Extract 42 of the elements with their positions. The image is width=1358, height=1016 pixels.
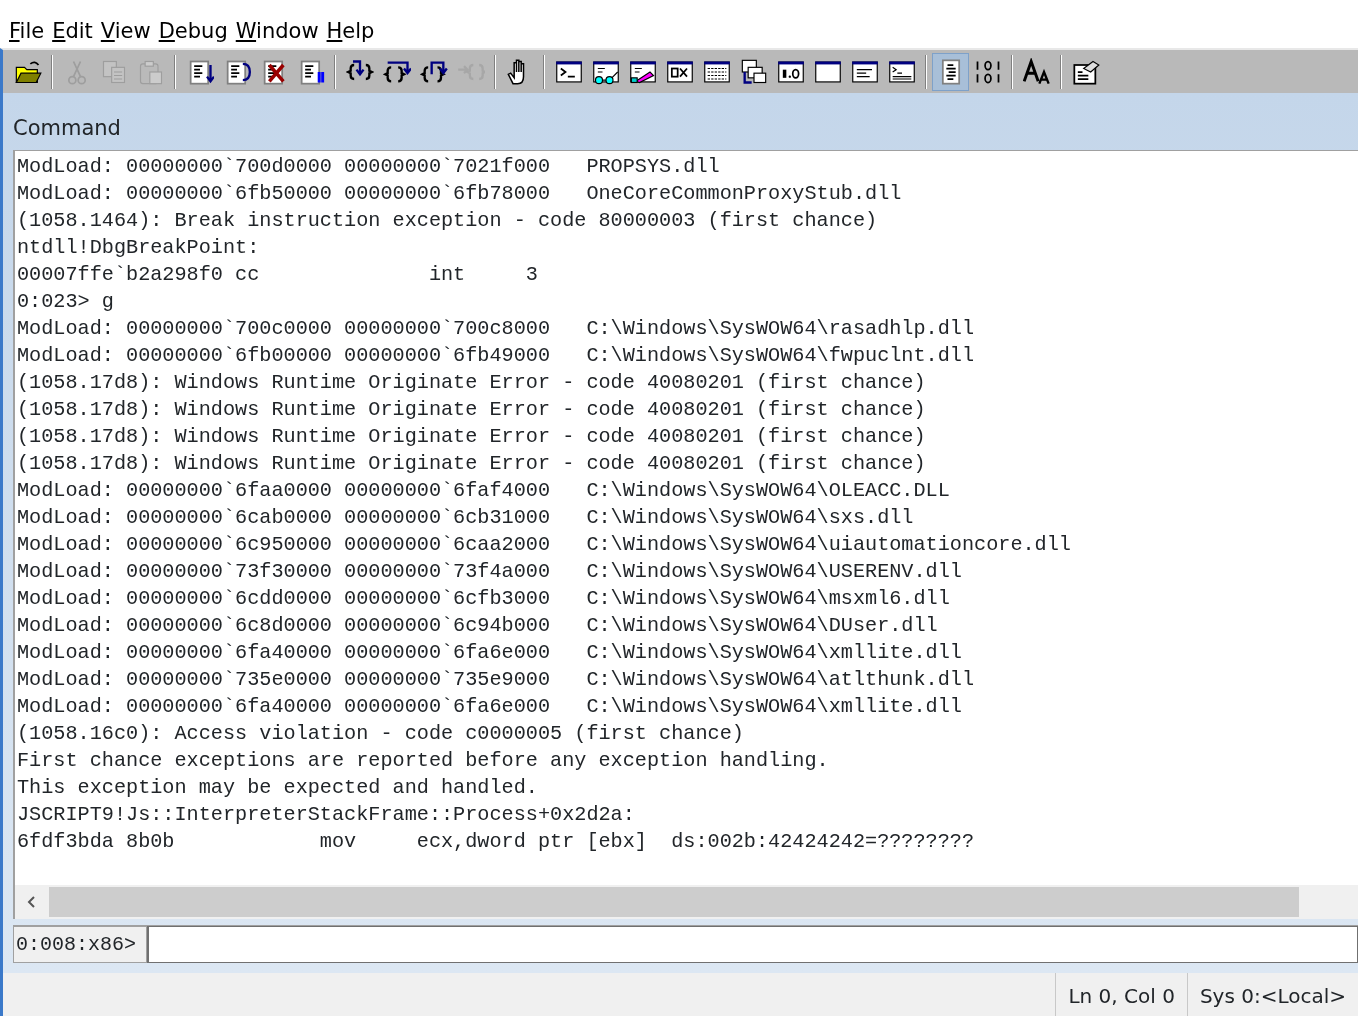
- output-line: ModLoad: 00000000`6fb00000 00000000`6fb49000 C:\Windows\SysWOW64\fwpuclnt.dll: [17, 343, 976, 369]
- output-line: ModLoad: 00000000`700d0000 00000000`7021f000 PROPSYS.dll: [17, 154, 721, 180]
- menu-item[interactable]: File: [5, 18, 49, 44]
- menu-item[interactable]: Debug: [154, 18, 232, 44]
- status-text: Sys 0:<Local>: [1186, 973, 1358, 1016]
- stacked-windows-icon: [739, 57, 768, 86]
- output-line: (1058.16c0): Access violation - code c0000005 (first chance): [17, 721, 745, 747]
- menu-item[interactable]: Window: [231, 18, 323, 44]
- output-line: ModLoad: 00000000`73f30000 00000000`73f4a000 C:\Windows\SysWOW64\USERENV.dll: [17, 559, 963, 585]
- toolbar-button[interactable]: [932, 52, 969, 91]
- font-size-icon: [1022, 57, 1051, 86]
- output-line: ModLoad: 00000000`735e0000 00000000`735e9000 C:\Windows\SysWOW64\atlthunk.dll: [17, 667, 976, 693]
- panel-title: Command: [13, 114, 121, 142]
- scroll-left-icon[interactable]: [27, 895, 37, 909]
- output-line: ModLoad: 00000000`6fa40000 00000000`6fa6e000 C:\Windows\SysWOW64\xmllite.dll: [17, 640, 963, 666]
- output-line: This exception may be expected and handled.: [17, 775, 539, 801]
- output-line: JSCRIPT9!Js::InterpreterStackFrame::Process+0x2d2a:: [17, 802, 636, 828]
- output-line: ModLoad: 00000000`6cab0000 00000000`6cb31000 C:\Windows\SysWOW64\sxs.dll: [17, 505, 915, 531]
- output-line: 0:023> g: [17, 289, 115, 315]
- output-line: ModLoad: 00000000`6fa40000 00000000`6fa6e000 C:\Windows\SysWOW64\xmllite.dll: [17, 694, 963, 720]
- menu-item[interactable]: Help: [322, 18, 379, 44]
- output-line: (1058.17d8): Windows Runtime Originate Error - code 40080201 (first chance): [17, 370, 927, 396]
- menu-item[interactable]: View: [96, 18, 155, 44]
- scrollbar-thumb[interactable]: [49, 887, 1299, 917]
- output-line: ModLoad: 00000000`6c8d0000 00000000`6c94b000 C:\Windows\SysWOW64\DUser.dll: [17, 613, 939, 639]
- output-line: (1058.17d8): Windows Runtime Originate Error - code 40080201 (first chance): [17, 397, 927, 423]
- output-line: ModLoad: 00000000`6faa0000 00000000`6faf4000 C:\Windows\SysWOW64\OLEACC.DLL: [17, 478, 951, 504]
- menu-item[interactable]: Edit: [48, 18, 97, 44]
- output-line: (1058.1464): Break instruction exception - code 80000003 (first chance): [17, 208, 879, 234]
- output-line: ModLoad: 00000000`700c0000 00000000`700c8000 C:\Windows\SysWOW64\rasadhlp.dll: [17, 316, 976, 342]
- status-text: Ln 0, Col 0: [1055, 973, 1187, 1016]
- output-line: ntdll!DbgBreakPoint:: [17, 235, 261, 261]
- command-prompt: 0:008:x86>: [13, 926, 148, 963]
- output-line: 6fdf3bda 8b0b mov ecx,dword ptr [ebx] ds:002b:42424242=????????: [17, 829, 976, 855]
- output-line: (1058.17d8): Windows Runtime Originate Error - code 40080201 (first chance): [17, 424, 927, 450]
- output-line: First chance exceptions are reported before any exception handling.: [17, 748, 830, 774]
- output-line: ModLoad: 00000000`6cdd0000 00000000`6cfb3000 C:\Windows\SysWOW64\msxml6.dll: [17, 586, 951, 612]
- output-line: (1058.17d8): Windows Runtime Originate Error - code 40080201 (first chance): [17, 451, 927, 477]
- output-line: 00007ffe`b2a298f0 cc int 3: [17, 262, 539, 288]
- output-line: ModLoad: 00000000`6c950000 00000000`6caa2000 C:\Windows\SysWOW64\uiautomationcore.dll: [17, 532, 1072, 558]
- command-input-field[interactable]: [147, 926, 1358, 963]
- output-line: ModLoad: 00000000`6fb50000 00000000`6fb78000 OneCoreCommonProxyStub.dll: [17, 181, 903, 207]
